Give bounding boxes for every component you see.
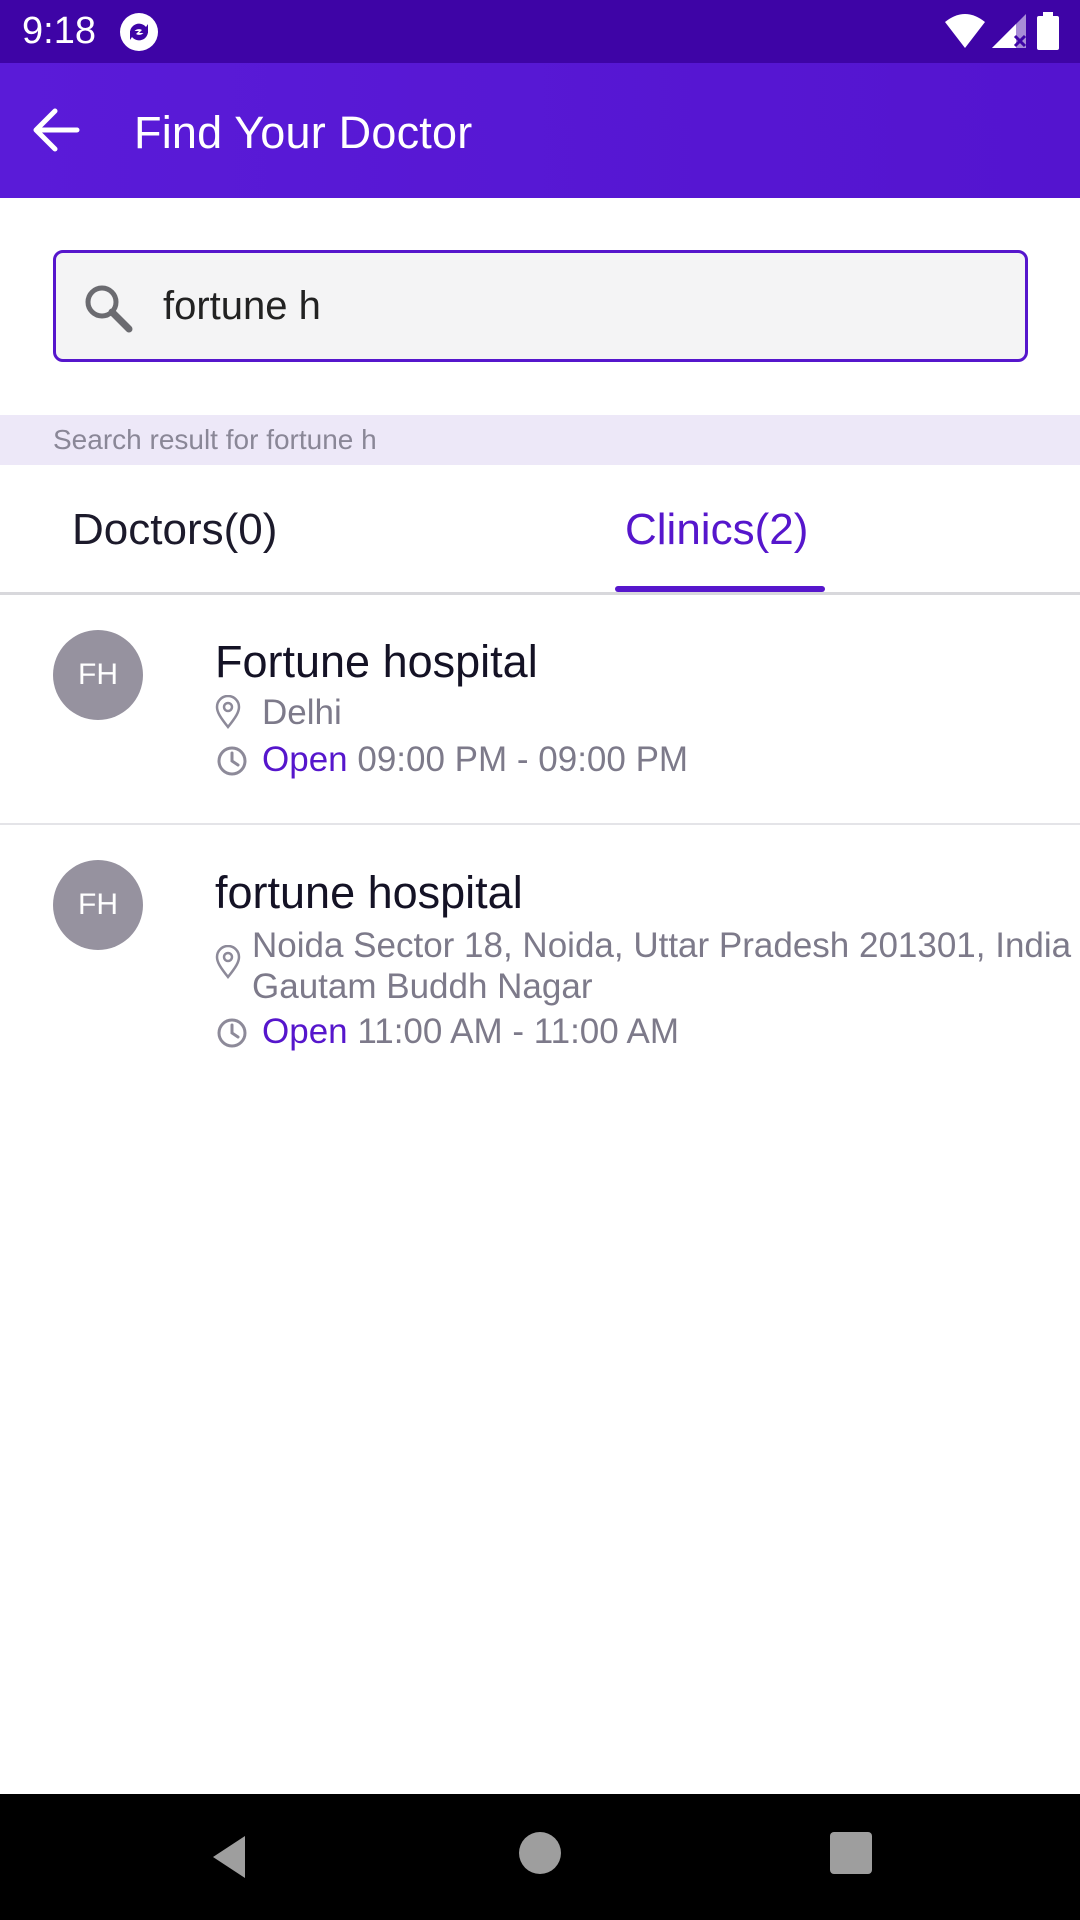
app-bar: Find Your Doctor xyxy=(0,63,1080,198)
battery-icon xyxy=(1037,12,1059,50)
location-pin-icon xyxy=(215,695,241,729)
search-input[interactable] xyxy=(163,275,1003,337)
list-item-clinic[interactable]: FH fortune hospital Noida Sector 18, Noi… xyxy=(0,827,1080,1087)
nav-home-icon[interactable] xyxy=(519,1832,561,1874)
status-bar: 9:18 xyxy=(0,0,1080,63)
list-item-clinic[interactable]: FH Fortune hospital Delhi Open 09:00 PM … xyxy=(0,598,1080,825)
hours-text: 11:00 AM - 11:00 AM xyxy=(357,1012,680,1051)
open-status: Open xyxy=(262,740,348,779)
avatar: FH xyxy=(53,630,143,720)
arrow-left-icon xyxy=(33,108,80,152)
app-sync-icon xyxy=(120,13,158,51)
clinic-name: fortune hospital xyxy=(215,867,523,918)
tab-bar: Doctors(0) Clinics(2) xyxy=(0,465,1080,595)
clinic-location: Noida Sector 18, Noida, Uttar Pradesh 20… xyxy=(252,926,1072,1006)
back-button[interactable] xyxy=(20,95,90,165)
clock-icon xyxy=(217,746,247,776)
tab-selected-indicator xyxy=(615,586,825,592)
clinic-hours: Open 09:00 PM - 09:00 PM xyxy=(262,740,688,780)
search-box[interactable] xyxy=(53,250,1028,362)
avatar: FH xyxy=(53,860,143,950)
search-icon xyxy=(85,285,133,333)
hours-text: 09:00 PM - 09:00 PM xyxy=(357,740,689,779)
open-status: Open xyxy=(262,1012,348,1051)
search-result-banner: Search result for fortune h xyxy=(0,415,1080,465)
tab-clinics[interactable]: Clinics(2) xyxy=(625,505,808,555)
clock-icon xyxy=(217,1018,247,1048)
page-title: Find Your Doctor xyxy=(134,107,473,158)
nav-recents-icon[interactable] xyxy=(830,1832,872,1874)
signal-icon xyxy=(992,14,1027,48)
nav-back-icon[interactable] xyxy=(205,1832,255,1882)
wifi-icon xyxy=(945,14,985,48)
screen: 9:18 Find Your Doctor fortune h Search r… xyxy=(0,0,1080,1920)
location-pin-icon xyxy=(215,945,241,979)
system-nav-bar xyxy=(0,1794,1080,1920)
tab-doctors[interactable]: Doctors(0) xyxy=(72,505,277,555)
clinic-name: Fortune hospital xyxy=(215,636,538,687)
clinic-hours: Open 11:00 AM - 11:00 AM xyxy=(262,1012,679,1052)
search-result-label: Search result for fortune h xyxy=(53,424,377,455)
status-time: 9:18 xyxy=(22,10,96,52)
clinic-location: Delhi xyxy=(262,693,342,732)
